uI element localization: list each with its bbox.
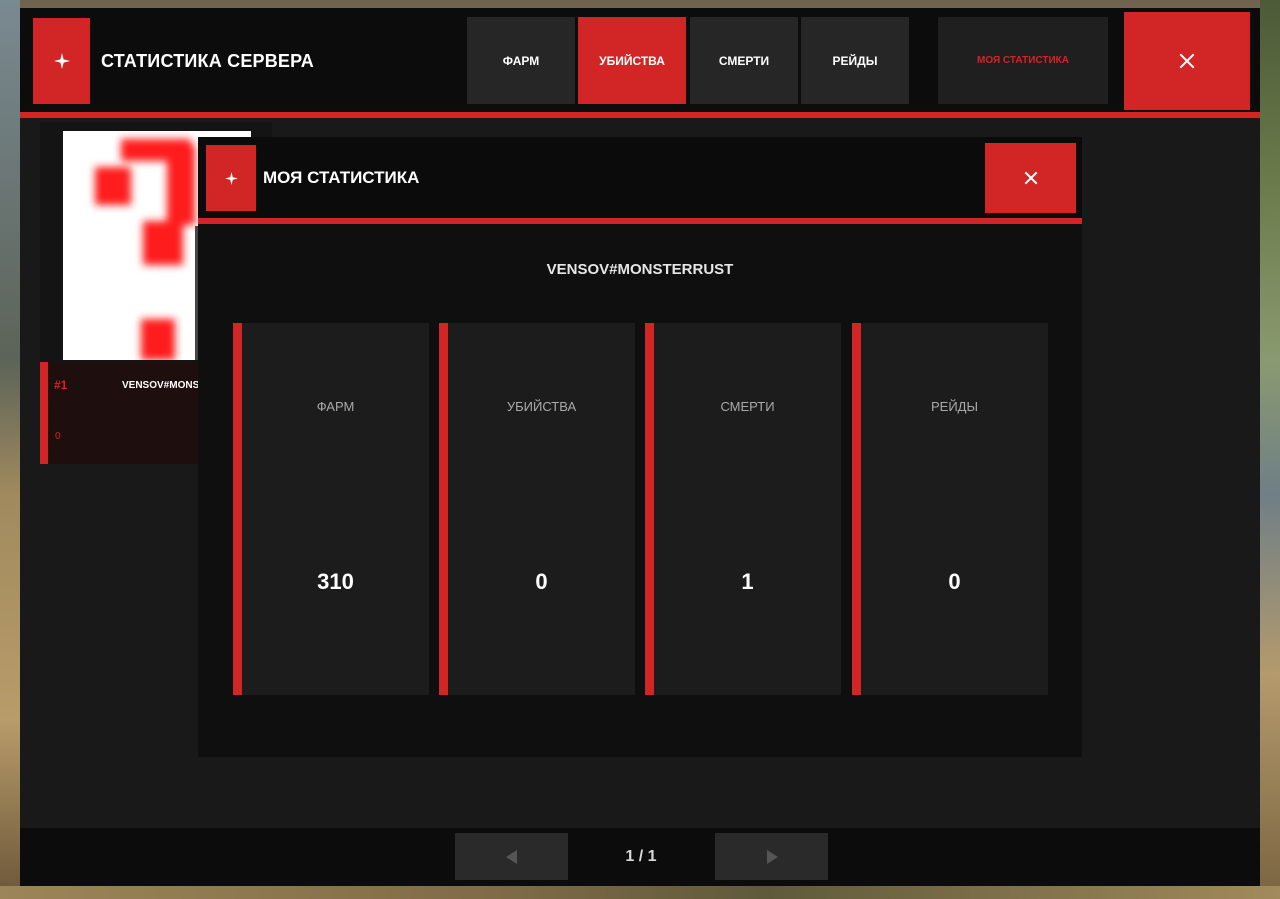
my-stats-button[interactable]: МОЯ СТАТИСТИКА: [938, 17, 1108, 104]
stat-value: 0: [948, 569, 961, 594]
pagination-bar: 1 / 1: [20, 828, 1260, 886]
stat-card-raids: РЕЙДЫ 0: [852, 323, 1048, 695]
stat-accent-bar: [645, 323, 654, 695]
game-background-bottom: [0, 886, 1280, 899]
close-icon: [1179, 53, 1195, 69]
server-stats-window: СТАТИСТИКА СЕРВЕРА ФАРМ УБИЙСТВА СМЕРТИ …: [20, 8, 1260, 886]
sparkle-icon: [224, 171, 238, 185]
my-stats-modal: МОЯ СТАТИСТИКА VENSOV#MONSTERRUST ФАРМ 3…: [198, 137, 1082, 757]
game-background-left: [0, 0, 20, 899]
player-name-heading: VENSOV#MONSTERRUST: [546, 261, 734, 278]
prev-page-button[interactable]: [455, 833, 568, 880]
stat-value: 0: [535, 569, 548, 594]
modal-header: МОЯ СТАТИСТИКА: [198, 137, 1082, 218]
next-page-button[interactable]: [715, 833, 828, 880]
page-indicator: 1 / 1: [625, 847, 657, 865]
game-background-right: [1260, 0, 1280, 899]
window-header: СТАТИСТИКА СЕРВЕРА ФАРМ УБИЙСТВА СМЕРТИ …: [20, 8, 1260, 112]
stat-value: 1: [741, 569, 754, 594]
stat-accent-bar: [439, 323, 448, 695]
page-title: СТАТИСТИКА СЕРВЕРА: [101, 50, 314, 71]
stat-card-farm: ФАРМ 310: [233, 323, 429, 695]
modal-divider: [198, 218, 1082, 224]
logo-badge: [33, 18, 90, 104]
sparkle-icon: [53, 53, 70, 69]
player-rank: #1: [54, 378, 68, 392]
stat-card-deaths: СМЕРТИ 1: [645, 323, 841, 695]
stat-label: УБИЙСТВА: [506, 399, 577, 414]
tab-farm[interactable]: ФАРМ: [467, 17, 575, 104]
arrow-left-icon: [505, 849, 517, 864]
stat-label: РЕЙДЫ: [931, 399, 978, 414]
close-icon: [1024, 171, 1037, 185]
modal-close-button[interactable]: [985, 143, 1076, 213]
stat-label: СМЕРТИ: [720, 399, 775, 414]
player-name: VENSOV#MONSTERRUST: [122, 380, 206, 391]
tab-raids[interactable]: РЕЙДЫ: [801, 17, 909, 104]
player-score: 0: [55, 431, 61, 442]
stat-accent-bar: [852, 323, 861, 695]
tab-deaths[interactable]: СМЕРТИ: [690, 17, 798, 104]
stat-label: ФАРМ: [316, 399, 355, 414]
tab-kills[interactable]: УБИЙСТВА: [578, 17, 686, 104]
header-divider: [20, 112, 1260, 118]
stat-card-kills: УБИЙСТВА 0: [439, 323, 635, 695]
stat-accent-bar: [233, 323, 242, 695]
row-accent-bar: [40, 362, 48, 464]
close-button[interactable]: [1124, 12, 1250, 110]
modal-logo-badge: [206, 145, 256, 211]
arrow-right-icon: [766, 849, 778, 864]
stat-value: 310: [317, 569, 354, 594]
modal-title: МОЯ СТАТИСТИКА: [263, 168, 420, 187]
